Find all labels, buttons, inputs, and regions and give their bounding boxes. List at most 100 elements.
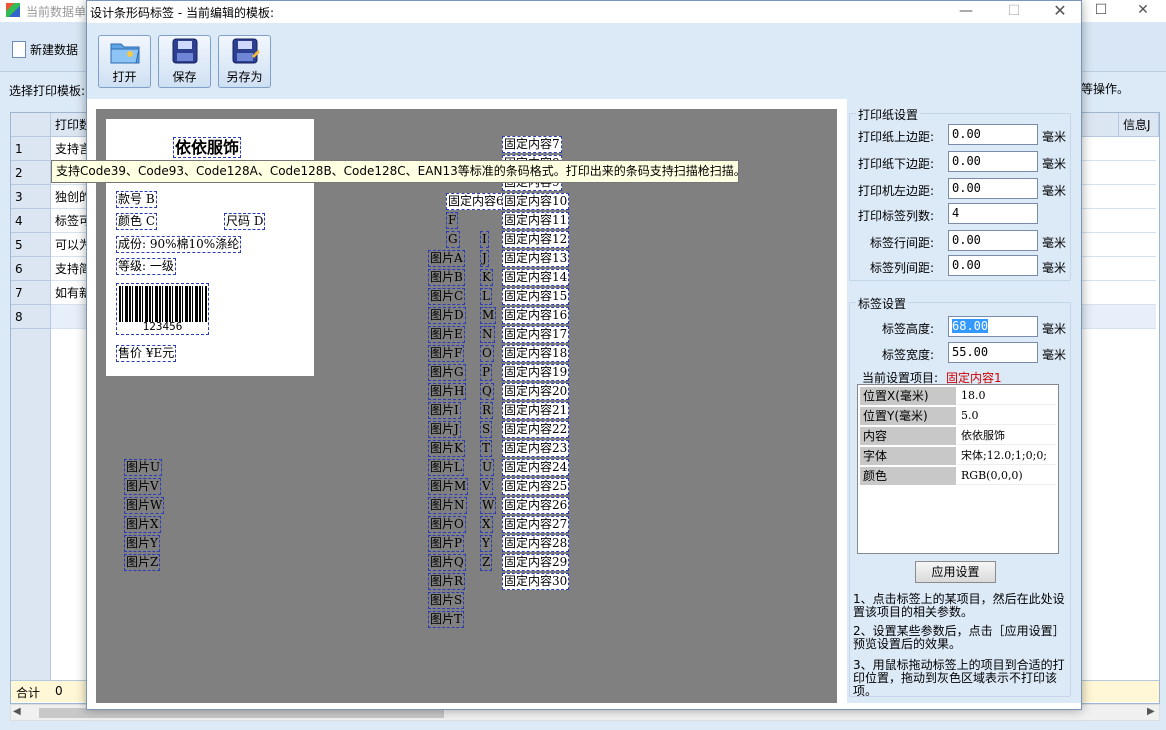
row-number[interactable]: 2: [11, 161, 51, 185]
picture-field[interactable]: 图片U: [124, 459, 163, 476]
letter-field[interactable]: P: [480, 364, 493, 381]
fixed-content-field[interactable]: 固定内容30: [502, 573, 570, 590]
letter-field[interactable]: Y: [480, 535, 492, 552]
row-number[interactable]: 4: [11, 209, 51, 233]
scroll-left-icon[interactable]: ◀: [13, 706, 21, 717]
property-value[interactable]: 依依服饰: [958, 427, 1056, 445]
letter-field[interactable]: J: [480, 250, 489, 267]
label-preview[interactable]: 依依服饰 款号 B 颜色 C 尺码 D 成份: 90%棉10%涤纶 等级: 一级…: [106, 119, 314, 376]
picture-field[interactable]: 图片S: [428, 592, 465, 609]
picture-field[interactable]: 图片G: [428, 364, 466, 381]
bottom-margin-input[interactable]: 0.00: [948, 151, 1038, 172]
letter-field[interactable]: T: [480, 440, 493, 457]
fixed-content-field[interactable]: 固定内容28: [502, 535, 570, 552]
row-gap-input[interactable]: 0.00: [948, 230, 1038, 251]
columns-input[interactable]: 4: [948, 203, 1038, 224]
fixed-content-field[interactable]: 固定内容17: [502, 326, 570, 343]
picture-field[interactable]: 图片P: [428, 535, 465, 552]
row-number[interactable]: 6: [11, 257, 51, 281]
new-data-button[interactable]: 新建数据: [12, 38, 78, 60]
fixed-content-field[interactable]: 固定内容20: [502, 383, 570, 400]
row-number[interactable]: 5: [11, 233, 51, 257]
letter-field[interactable]: W: [480, 497, 497, 514]
fixed-content-field[interactable]: 固定内容18: [502, 345, 570, 362]
fixed-content-field[interactable]: 固定内容16: [502, 307, 570, 324]
fixed-content-field[interactable]: 固定内容24: [502, 459, 570, 476]
fixed-content-field[interactable]: 固定内容25: [502, 478, 570, 495]
picture-field[interactable]: 图片V: [124, 478, 161, 495]
picture-field[interactable]: 图片A: [428, 250, 465, 267]
fixed-content-field[interactable]: 固定内容15: [502, 288, 570, 305]
fixed-content-field[interactable]: 固定内容7: [502, 136, 562, 153]
picture-field[interactable]: 图片Y: [124, 535, 160, 552]
fixed-content-field[interactable]: 固定内容19: [502, 364, 570, 381]
row-number[interactable]: 1: [11, 137, 51, 161]
property-key[interactable]: 位置Y(毫米): [860, 407, 956, 425]
col-gap-input[interactable]: 0.00: [948, 255, 1038, 276]
save-button[interactable]: 保存: [158, 35, 211, 88]
scroll-right-icon[interactable]: ▶: [1147, 706, 1155, 717]
fixed-content-field[interactable]: 固定内容10: [502, 193, 570, 210]
letter-field[interactable]: V: [480, 478, 493, 495]
apply-settings-button[interactable]: 应用设置: [915, 561, 996, 583]
size-field[interactable]: 尺码 D: [224, 213, 266, 230]
style-field[interactable]: 款号 B: [116, 191, 157, 208]
maximize-icon[interactable]: ☐: [991, 1, 1037, 23]
letter-field[interactable]: Q: [480, 383, 494, 400]
picture-field[interactable]: 图片N: [428, 497, 467, 514]
letter-field[interactable]: Z: [480, 554, 493, 571]
row-number[interactable]: 7: [11, 281, 51, 305]
fixed-content-field[interactable]: 固定内容12: [502, 231, 570, 248]
close-icon[interactable]: ✕: [1120, 0, 1166, 22]
letter-field[interactable]: F: [446, 212, 459, 229]
property-key[interactable]: 位置X(毫米): [860, 387, 956, 405]
picture-field[interactable]: 图片H: [428, 383, 467, 400]
letter-field[interactable]: G: [446, 231, 460, 248]
barcode-field[interactable]: 123456: [116, 283, 209, 335]
property-value[interactable]: 18.0: [958, 387, 1056, 405]
picture-field[interactable]: 图片C: [428, 288, 466, 305]
minimize-icon[interactable]: —: [943, 1, 989, 23]
property-key[interactable]: 内容: [860, 427, 956, 445]
maximize-icon[interactable]: ☐: [1078, 0, 1124, 22]
property-value[interactable]: 5.0: [958, 407, 1056, 425]
fixed-content-field[interactable]: 固定内容23: [502, 440, 570, 457]
design-canvas[interactable]: 依依服饰 款号 B 颜色 C 尺码 D 成份: 90%棉10%涤纶 等级: 一级…: [96, 109, 837, 703]
picture-field[interactable]: 图片O: [428, 516, 466, 533]
letter-field[interactable]: K: [480, 269, 493, 286]
price-field[interactable]: 售价 ¥E元: [116, 345, 177, 362]
picture-field[interactable]: 图片B: [428, 269, 465, 286]
fixed-content-field[interactable]: 固定内容13: [502, 250, 570, 267]
open-button[interactable]: 打开: [98, 35, 151, 88]
grade-field[interactable]: 等级: 一级: [116, 258, 176, 275]
letter-field[interactable]: L: [480, 288, 492, 305]
label-title-field[interactable]: 依依服饰: [173, 137, 242, 158]
fixed-content-field[interactable]: 固定内容11: [502, 212, 570, 229]
dialog-close-icon[interactable]: ✕: [1037, 1, 1083, 23]
property-value[interactable]: RGB(0,0,0): [958, 467, 1056, 485]
picture-field[interactable]: 图片F: [428, 345, 465, 362]
picture-field[interactable]: 图片I: [428, 402, 461, 419]
letter-field[interactable]: N: [480, 326, 495, 343]
picture-field[interactable]: 图片E: [428, 326, 465, 343]
picture-field[interactable]: 图片K: [428, 440, 465, 457]
composition-field[interactable]: 成份: 90%棉10%涤纶: [116, 236, 242, 253]
letter-field[interactable]: M: [480, 307, 497, 324]
picture-field[interactable]: 图片T: [428, 611, 465, 628]
row-number[interactable]: 8: [11, 305, 51, 329]
picture-field[interactable]: 图片Z: [124, 554, 161, 571]
letter-field[interactable]: S: [480, 421, 493, 438]
top-margin-input[interactable]: 0.00: [948, 124, 1038, 145]
fixed-content-field[interactable]: 固定内容21: [502, 402, 570, 419]
letter-field[interactable]: X: [480, 516, 493, 533]
label-height-input[interactable]: 68.00: [948, 316, 1038, 337]
fixed-content-field[interactable]: 固定内容29: [502, 554, 570, 571]
letter-field[interactable]: U: [480, 459, 495, 476]
fixed-content-field[interactable]: 固定内容26: [502, 497, 570, 514]
property-key[interactable]: 字体: [860, 447, 956, 465]
picture-field[interactable]: 图片R: [428, 573, 466, 590]
letter-field[interactable]: O: [480, 345, 494, 362]
picture-field[interactable]: 图片Q: [428, 554, 466, 571]
property-value[interactable]: 宋体;12.0;1;0;0;: [958, 447, 1056, 465]
column-header-info[interactable]: 信息J: [1119, 113, 1159, 137]
